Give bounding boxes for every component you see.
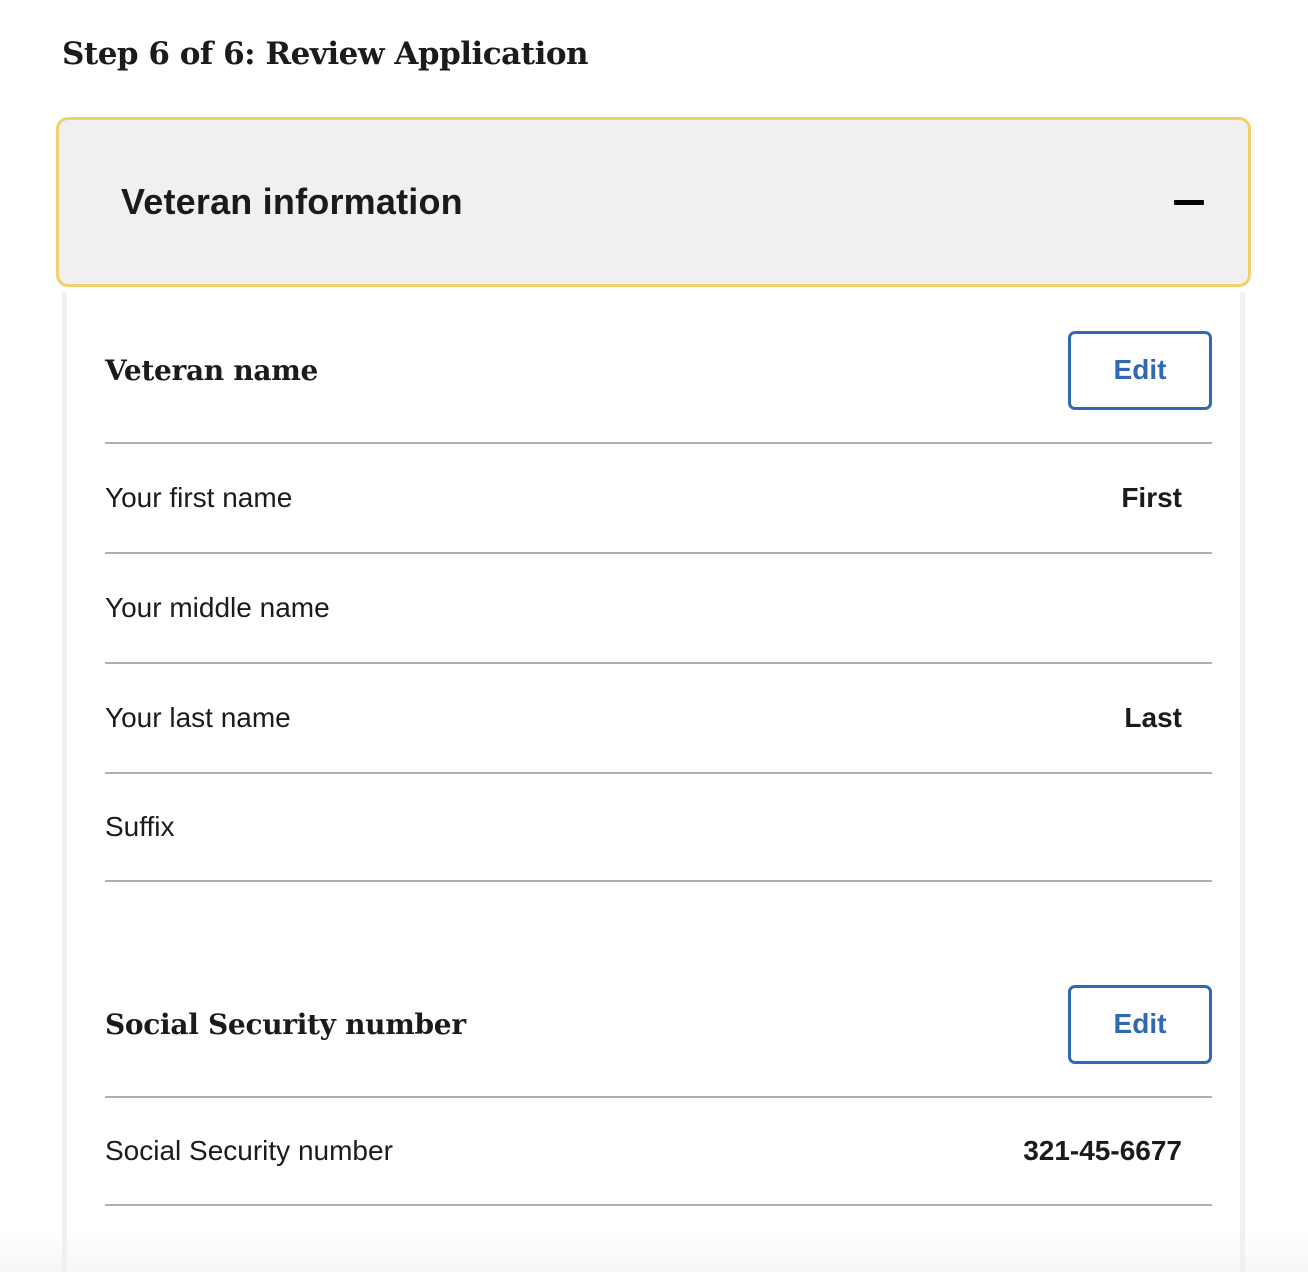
edit-ssn-button[interactable]: Edit: [1068, 984, 1212, 1064]
field-value: First: [1121, 482, 1182, 513]
field-row-suffix: Suffix: [105, 772, 1212, 882]
field-label: Your middle name: [105, 592, 330, 623]
accordion-title: Veteran information: [121, 181, 463, 222]
field-label: Your first name: [105, 482, 293, 513]
section-title-veteran-name: Veteran name: [105, 353, 319, 387]
field-label: Your last name: [105, 702, 291, 733]
accordion-panel: Veteran name Edit Your first name First …: [62, 292, 1245, 1272]
review-content: Veteran name Edit Your first name First …: [67, 292, 1240, 1272]
section-veteran-name: Veteran name Edit: [105, 330, 1212, 410]
section-ssn: Social Security number Edit: [105, 984, 1212, 1064]
field-value: Last: [1124, 702, 1182, 733]
page-title: Step 6 of 6: Review Application: [62, 36, 589, 72]
edit-veteran-name-button[interactable]: Edit: [1068, 330, 1212, 410]
field-row-first-name: Your first name First: [105, 442, 1212, 552]
section-title-ssn: Social Security number: [105, 1007, 466, 1041]
field-label: Social Security number: [105, 1135, 393, 1166]
field-value: 321-45-6677: [1023, 1135, 1182, 1166]
accordion-veteran-information[interactable]: Veteran information: [56, 117, 1251, 287]
field-label: Suffix: [105, 811, 175, 842]
field-row-ssn: Social Security number 321-45-6677: [105, 1096, 1212, 1206]
minus-icon[interactable]: [1174, 199, 1204, 205]
field-row-middle-name: Your middle name: [105, 552, 1212, 662]
field-row-last-name: Your last name Last: [105, 662, 1212, 772]
